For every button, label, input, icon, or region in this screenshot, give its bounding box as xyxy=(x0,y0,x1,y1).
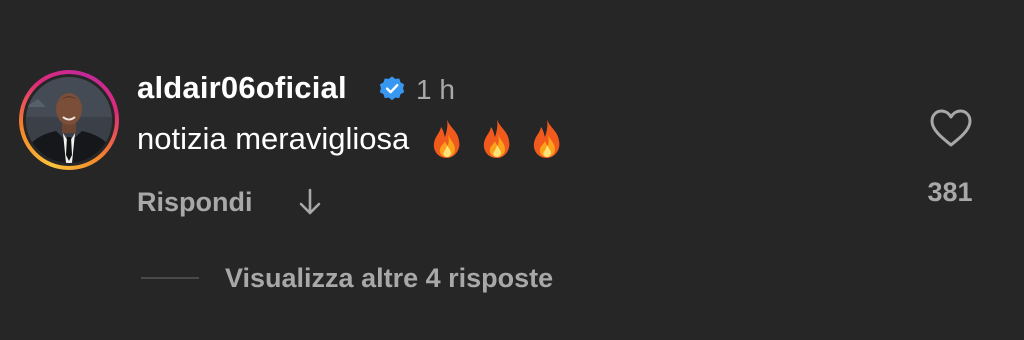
fire-emoji xyxy=(434,119,460,158)
heart-outline-icon[interactable] xyxy=(928,108,974,148)
timestamp: 1 h xyxy=(416,74,455,105)
view-more-replies-button[interactable]: Visualizza altre 4 risposte xyxy=(141,258,553,298)
comment-text: notizia meravigliosa xyxy=(137,121,410,156)
avatar[interactable] xyxy=(26,77,112,163)
comment-item: aldair06oficial 1 h notizia meravigliosa… xyxy=(0,0,1024,340)
comment-text-row: notizia meravigliosa xyxy=(137,117,567,161)
like-count: 381 xyxy=(927,177,973,207)
fire-emoji xyxy=(484,119,510,158)
username[interactable]: aldair06oficial xyxy=(137,68,347,108)
replies-divider xyxy=(141,277,199,279)
comment-actions: Rispondi xyxy=(137,182,323,222)
view-more-replies-label: Visualizza altre 4 risposte xyxy=(225,262,554,293)
verified-badge-icon xyxy=(379,76,405,101)
reply-button[interactable]: Rispondi xyxy=(137,187,253,218)
arrow-down-icon[interactable] xyxy=(297,187,323,217)
avatar-image xyxy=(26,77,112,163)
story-ring[interactable] xyxy=(19,70,119,170)
fire-emoji xyxy=(534,119,560,158)
